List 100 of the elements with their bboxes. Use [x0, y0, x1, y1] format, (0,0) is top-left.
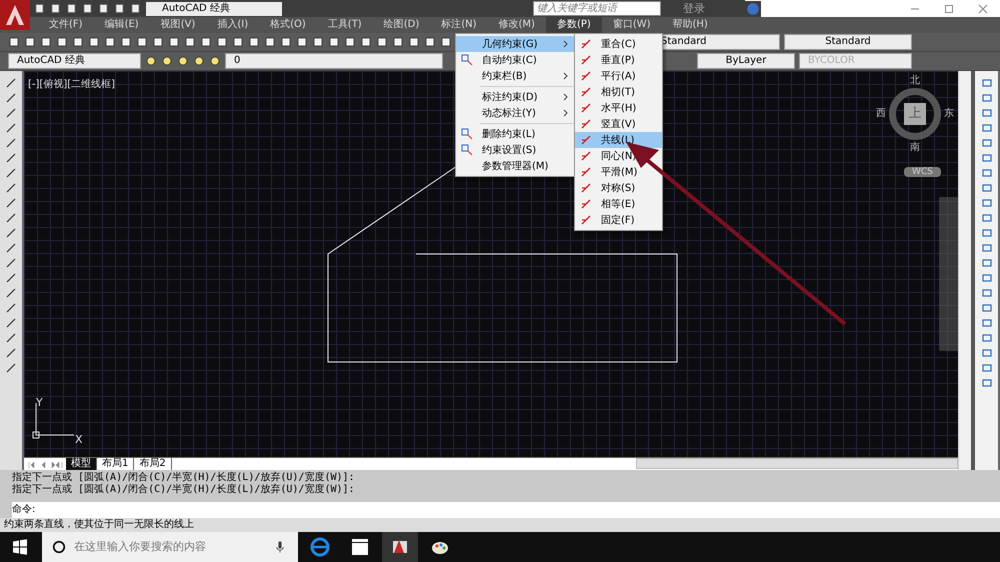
menu-item[interactable]: 标注(N) — [430, 17, 488, 33]
tool-icon[interactable] — [248, 36, 260, 48]
modify-tool-icon[interactable] — [980, 167, 992, 179]
modify-tool-icon[interactable] — [980, 242, 992, 254]
draw-tool-icon[interactable] — [5, 182, 17, 194]
modify-tool-icon[interactable] — [980, 92, 992, 104]
compass-label[interactable]: 东 — [944, 108, 954, 120]
draw-tool-icon[interactable] — [5, 257, 17, 269]
menu-option[interactable]: 自动约束(C) — [456, 52, 574, 68]
modify-tool-icon[interactable] — [980, 137, 992, 149]
modify-tool-icon[interactable] — [980, 122, 992, 134]
menu-option[interactable]: 水平(H) — [575, 100, 662, 116]
tool-icon[interactable] — [216, 36, 228, 48]
tool-icon[interactable] — [120, 36, 132, 48]
draw-tool-icon[interactable] — [5, 137, 17, 149]
tool-icon[interactable] — [177, 55, 189, 67]
dimension-style-dropdown[interactable]: Standard — [784, 34, 912, 50]
tool-icon[interactable] — [424, 36, 436, 48]
menu-option[interactable]: 对称(S) — [575, 180, 662, 196]
login-link[interactable]: 登录 — [667, 0, 745, 17]
viewport-label[interactable]: [-][俯视][二维线框] — [28, 77, 116, 91]
tool-icon[interactable] — [136, 36, 148, 48]
draw-tool-icon[interactable] — [5, 347, 17, 359]
menu-item[interactable]: 编辑(E) — [94, 17, 150, 33]
command-field[interactable]: 命令: — [12, 502, 1000, 518]
menu-option[interactable]: 相等(E) — [575, 196, 662, 212]
tool-icon[interactable] — [24, 36, 36, 48]
menu-item[interactable]: 文件(F) — [38, 17, 94, 33]
draw-tool-icon[interactable] — [5, 92, 17, 104]
modify-tool-icon[interactable] — [980, 152, 992, 164]
quick-access-icon[interactable] — [130, 3, 141, 14]
tool-icon[interactable] — [408, 36, 420, 48]
draw-tool-icon[interactable] — [5, 77, 17, 89]
tool-icon[interactable] — [168, 36, 180, 48]
modify-tool-icon[interactable] — [980, 302, 992, 314]
taskbar-search-field[interactable]: 在这里输入你要搜索的内容 — [42, 532, 298, 562]
draw-tool-icon[interactable] — [5, 272, 17, 284]
draw-tool-icon[interactable] — [5, 152, 17, 164]
menu-option[interactable]: 约束栏(B) — [456, 68, 574, 84]
tool-icon[interactable] — [104, 36, 116, 48]
modify-tool-icon[interactable] — [980, 212, 992, 224]
tool-icon[interactable] — [56, 36, 68, 48]
menu-item[interactable]: 修改(M) — [488, 17, 546, 33]
menu-option[interactable]: 平行(A) — [575, 68, 662, 84]
modify-tool-icon[interactable] — [980, 317, 992, 329]
menu-item[interactable]: 参数(P) — [546, 17, 602, 33]
draw-tool-icon[interactable] — [5, 197, 17, 209]
horizontal-scrollbar[interactable] — [636, 458, 958, 469]
draw-tool-icon[interactable] — [5, 107, 17, 119]
menu-option[interactable]: 几何约束(G) — [456, 36, 574, 52]
menu-item[interactable]: 窗口(W) — [602, 17, 662, 33]
tool-icon[interactable] — [88, 36, 100, 48]
tool-icon[interactable] — [209, 55, 221, 67]
tool-icon[interactable] — [145, 55, 157, 67]
tool-icon[interactable] — [232, 36, 244, 48]
autocad-app-icon[interactable] — [382, 532, 418, 562]
menu-item[interactable]: 插入(I) — [206, 17, 260, 33]
quick-access-icon[interactable] — [50, 3, 61, 14]
modify-tool-icon[interactable] — [980, 272, 992, 284]
linetype-dropdown[interactable]: ByLayer — [697, 53, 795, 69]
tool-icon[interactable] — [184, 36, 196, 48]
modify-tool-icon[interactable] — [980, 77, 992, 89]
modify-tool-icon[interactable] — [980, 197, 992, 209]
tool-icon[interactable] — [264, 36, 276, 48]
menu-option[interactable]: 固定(F) — [575, 212, 662, 228]
tool-icon[interactable] — [328, 36, 340, 48]
modify-tool-icon[interactable] — [980, 227, 992, 239]
menu-option[interactable]: 删除约束(L) — [456, 126, 574, 142]
tool-icon[interactable] — [296, 36, 308, 48]
windows-start-icon[interactable] — [12, 539, 28, 555]
modify-tool-icon[interactable] — [980, 287, 992, 299]
draw-tool-icon[interactable] — [5, 287, 17, 299]
tool-icon[interactable] — [152, 36, 164, 48]
menu-option[interactable]: 垂直(P) — [575, 52, 662, 68]
menu-item[interactable]: 绘图(D) — [372, 17, 430, 33]
draw-tool-icon[interactable] — [5, 242, 17, 254]
draw-tool-icon[interactable] — [5, 332, 17, 344]
tool-icon[interactable] — [40, 36, 52, 48]
tool-icon[interactable] — [193, 55, 205, 67]
microphone-icon[interactable] — [276, 540, 284, 554]
quick-access-icon[interactable] — [82, 3, 93, 14]
menu-item[interactable]: 格式(O) — [259, 17, 317, 33]
menu-item[interactable]: 视图(V) — [150, 17, 206, 33]
draw-tool-icon[interactable] — [5, 302, 17, 314]
compass-label[interactable]: 西 — [876, 108, 886, 120]
tool-icon[interactable] — [161, 55, 173, 67]
quick-access-icon[interactable] — [34, 3, 45, 14]
menu-option[interactable]: 动态标注(Y) — [456, 105, 574, 121]
close-icon[interactable] — [978, 4, 988, 14]
tool-icon[interactable] — [392, 36, 404, 48]
modify-tool-icon[interactable] — [980, 332, 992, 344]
menu-option[interactable]: 约束设置(S) — [456, 142, 574, 158]
tool-icon[interactable] — [72, 36, 84, 48]
app-logo-icon[interactable] — [0, 0, 30, 30]
quick-access-icon[interactable] — [98, 3, 109, 14]
menu-item[interactable]: 工具(T) — [316, 17, 373, 33]
search-field[interactable]: 键入关键字或短语 — [533, 1, 661, 16]
layer-dropdown[interactable]: 0 — [225, 53, 443, 69]
workspace-dropdown[interactable]: AutoCAD 经典 — [146, 2, 282, 16]
menu-item[interactable]: 帮助(H) — [662, 17, 719, 33]
